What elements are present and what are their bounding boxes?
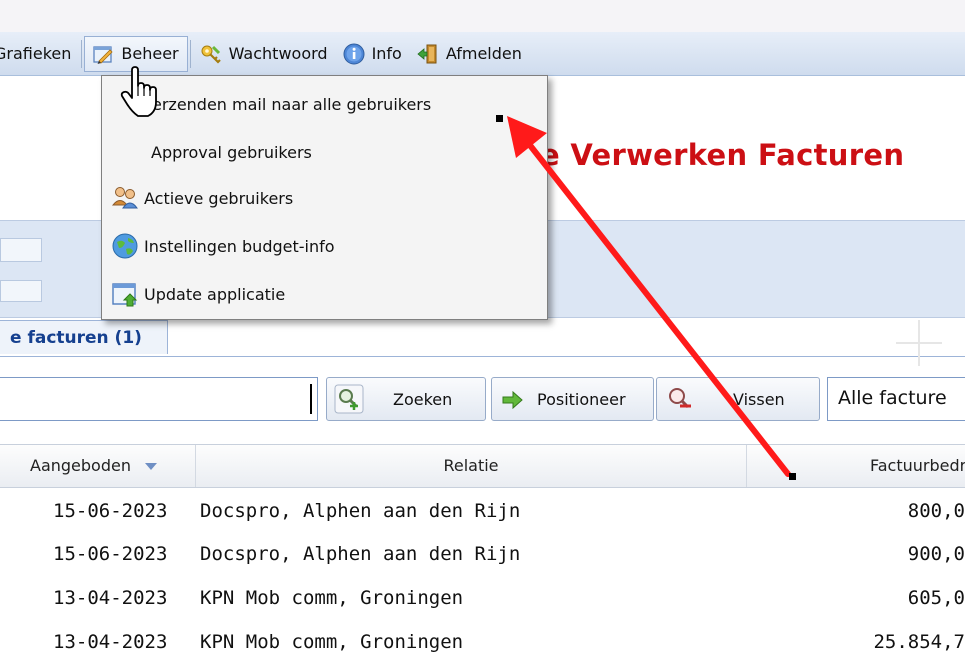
menu-item-update-applicatie-label: Update applicatie	[144, 284, 286, 304]
cell-bedrag: 900,0	[907, 543, 965, 565]
clear-magnifier-icon	[669, 388, 691, 409]
menu-wachtwoord-label: Wachtwoord	[228, 44, 328, 63]
page-title: e Verwerken Facturen	[540, 138, 905, 172]
menu-beheer-label: Beheer	[121, 44, 179, 63]
menu-item-instellingen-budget-info-label: Instellingen budget-info	[144, 236, 335, 256]
cell-date: 15-06-2023	[53, 543, 168, 565]
panel-field[interactable]	[0, 280, 42, 302]
cell-relatie: KPN Mob comm, Groningen	[200, 631, 464, 653]
window-top-strip	[0, 0, 965, 32]
grid-header: Aangeboden Relatie Factuurbedra	[0, 444, 965, 488]
cell-date: 13-04-2023	[53, 587, 168, 609]
cell-bedrag: 800,0	[907, 500, 965, 522]
column-relatie[interactable]: Relatie	[196, 445, 747, 487]
cell-date: 13-04-2023	[53, 631, 168, 653]
menu-grafieken[interactable]: Grafieken	[0, 34, 79, 74]
cell-bedrag: 25.854,7	[873, 631, 965, 653]
tab-strip: e facturen (1)	[0, 318, 965, 357]
menu-afmelden[interactable]: Afmelden	[410, 34, 530, 74]
facturen-filter-select[interactable]: Alle facture	[827, 377, 965, 421]
keys-icon	[201, 45, 221, 64]
positioneer-button-label: Positioneer	[537, 389, 626, 409]
wissen-button[interactable]: Vissen	[656, 377, 820, 421]
menu-separator	[81, 39, 83, 68]
positioneer-button[interactable]: Positioneer	[491, 377, 654, 421]
column-factuurbedrag-label: Factuurbedra	[869, 456, 965, 475]
text-caret	[310, 384, 312, 414]
zoeken-button[interactable]: Zoeken	[326, 377, 486, 421]
menu-item-approval-gebruikers[interactable]: Approval gebruikers	[102, 129, 547, 175]
pencil-edit-icon	[93, 45, 113, 64]
plus-icon	[896, 320, 942, 366]
sort-arrow-icon[interactable]	[144, 463, 157, 470]
menu-item-instellingen-budget-info[interactable]: Instellingen budget-info	[102, 223, 547, 269]
menu-grafieken-label: Grafieken	[0, 44, 72, 63]
menu-item-update-applicatie[interactable]: Update applicatie	[102, 271, 547, 317]
menu-info-label: Info	[371, 44, 402, 63]
wissen-button-label: Vissen	[733, 389, 785, 409]
hand-cursor-icon	[120, 66, 157, 117]
table-row[interactable]: 13-04-2023 KPN Mob comm, Groningen 605,0	[0, 577, 965, 621]
menu-wachtwoord[interactable]: Wachtwoord	[193, 34, 336, 74]
menu-info[interactable]: Info	[336, 34, 410, 74]
search-input[interactable]	[0, 377, 318, 421]
zoeken-button-label: Zoeken	[393, 389, 453, 409]
cell-date: 15-06-2023	[53, 500, 168, 522]
panel-field[interactable]	[0, 238, 42, 262]
menu-item-approval-gebruikers-label: Approval gebruikers	[151, 142, 312, 162]
column-aangeboden-label: Aangeboden	[30, 456, 131, 475]
menu-item-actieve-gebruikers-label: Actieve gebruikers	[144, 188, 294, 208]
beheer-dropdown-menu: erzenden mail naar alle gebruikers Appro…	[101, 75, 548, 320]
column-factuurbedrag[interactable]: Factuurbedra	[746, 445, 965, 487]
logout-door-icon	[417, 44, 437, 63]
cell-relatie: KPN Mob comm, Groningen	[200, 587, 464, 609]
menu-separator	[189, 39, 191, 68]
arrow-right-icon	[502, 391, 523, 409]
table-row[interactable]: 15-06-2023 Docspro, Alphen aan den Rijn …	[0, 533, 965, 577]
column-relatie-label: Relatie	[443, 456, 499, 475]
table-row[interactable]: 15-06-2023 Docspro, Alphen aan den Rijn …	[0, 490, 965, 534]
cell-relatie: Docspro, Alphen aan den Rijn	[200, 500, 521, 522]
table-row[interactable]: 13-04-2023 KPN Mob comm, Groningen 25.85…	[0, 621, 965, 665]
menu-afmelden-label: Afmelden	[445, 44, 522, 63]
tab-facturen[interactable]: e facturen (1)	[0, 320, 168, 354]
info-icon	[343, 43, 365, 64]
update-window-icon	[112, 283, 138, 307]
search-magnifier-icon	[334, 384, 364, 414]
column-aangeboden[interactable]: Aangeboden	[0, 445, 196, 487]
menu-item-verzenden-mail[interactable]: erzenden mail naar alle gebruikers	[102, 81, 547, 127]
globe-icon	[112, 233, 138, 259]
users-icon	[111, 187, 138, 209]
cell-bedrag: 605,0	[907, 587, 965, 609]
cell-relatie: Docspro, Alphen aan den Rijn	[200, 543, 521, 565]
menu-item-actieve-gebruikers[interactable]: Actieve gebruikers	[102, 175, 547, 221]
menu-item-verzenden-mail-label: erzenden mail naar alle gebruikers	[152, 94, 432, 114]
